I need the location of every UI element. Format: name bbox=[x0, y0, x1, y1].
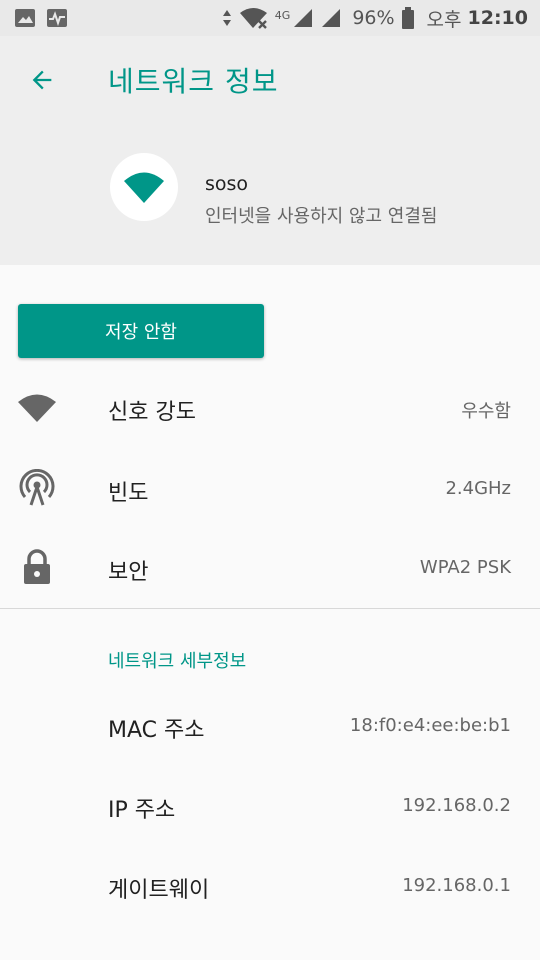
wifi-signal-icon bbox=[14, 385, 60, 431]
wifi-icon bbox=[124, 172, 164, 203]
row-label: MAC 주소 bbox=[108, 718, 205, 743]
gateway-row: 게이트웨이 192.168.0.1 bbox=[0, 846, 540, 926]
status-time: 12:10 bbox=[467, 7, 528, 29]
battery-percent: 96% bbox=[352, 7, 395, 29]
row-value: 192.168.0.1 bbox=[402, 875, 511, 896]
cell-signal-icon bbox=[294, 9, 313, 27]
status-ampm: 오후 bbox=[426, 8, 462, 31]
forget-network-button[interactable]: 저장 안함 bbox=[18, 304, 264, 358]
network-ssid: soso bbox=[205, 173, 249, 195]
row-label: 보안 bbox=[108, 560, 149, 585]
row-value: 192.168.0.2 bbox=[402, 795, 511, 816]
frequency-row: 빈도 2.4GHz bbox=[0, 449, 540, 529]
page-title: 네트워크 정보 bbox=[108, 65, 279, 98]
network-details-title: 네트워크 세부정보 bbox=[108, 651, 247, 672]
row-value: 우수함 bbox=[461, 401, 511, 422]
row-value: 2.4GHz bbox=[445, 478, 511, 499]
security-row: 보안 WPA2 PSK bbox=[0, 528, 540, 608]
signal-strength-row: 신호 강도 우수함 bbox=[0, 368, 540, 448]
network-type-label: 4G bbox=[274, 8, 291, 22]
battery-icon bbox=[401, 7, 414, 29]
arrow-back-icon bbox=[32, 70, 52, 90]
back-button[interactable] bbox=[22, 60, 62, 100]
row-label: 빈도 bbox=[108, 481, 149, 506]
status-bar: 4G 96% 오후 12:10 bbox=[0, 0, 540, 36]
lock-icon bbox=[14, 544, 60, 590]
ip-address-row: IP 주소 192.168.0.2 bbox=[0, 766, 540, 846]
row-value: 18:f0:e4:ee:be:b1 bbox=[349, 715, 511, 736]
row-value: WPA2 PSK bbox=[419, 557, 511, 578]
status-right: 4G 96% 오후 12:10 bbox=[221, 5, 528, 32]
mac-address-row: MAC 주소 18:f0:e4:ee:be:b1 bbox=[0, 686, 540, 766]
gallery-notification-icon bbox=[15, 9, 35, 27]
row-label: IP 주소 bbox=[108, 798, 176, 823]
status-left bbox=[14, 8, 68, 28]
row-label: 신호 강도 bbox=[108, 400, 196, 425]
row-label: 게이트웨이 bbox=[108, 878, 210, 903]
network-header: 네트워크 정보 soso 인터넷을 사용하지 않고 연결됨 bbox=[0, 36, 540, 265]
network-status: 인터넷을 사용하지 않고 연결됨 bbox=[205, 206, 438, 227]
cell-signal-2-icon bbox=[322, 9, 341, 27]
activity-notification-icon bbox=[47, 9, 67, 27]
data-transfer-icon bbox=[222, 10, 231, 26]
antenna-icon bbox=[14, 465, 60, 511]
section-divider bbox=[0, 608, 540, 609]
network-avatar bbox=[110, 153, 178, 221]
wifi-no-internet-icon bbox=[239, 8, 267, 29]
